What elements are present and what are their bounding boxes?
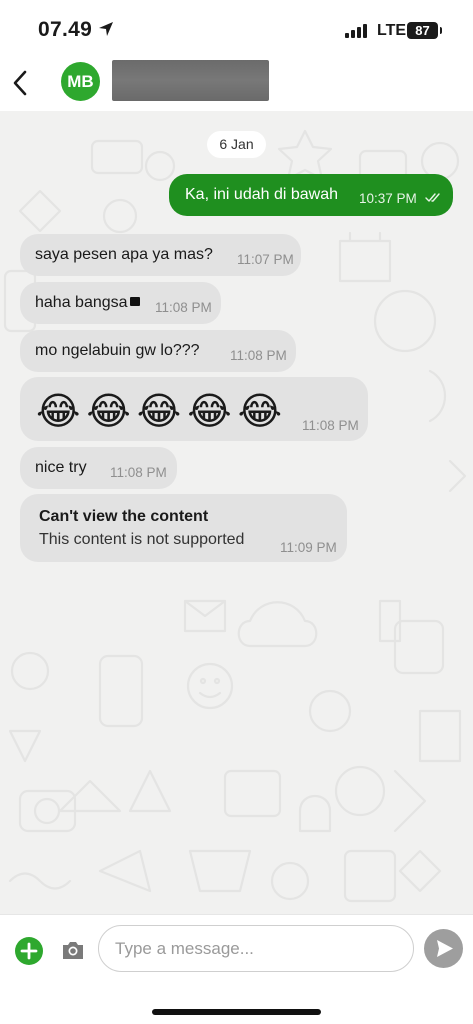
- camera-button[interactable]: [60, 937, 86, 963]
- double-check-icon: [425, 193, 440, 202]
- message-time: 11:07 PM: [237, 252, 294, 267]
- battery-indicator: 87: [407, 22, 442, 39]
- date-chip: 6 Jan: [207, 131, 266, 158]
- avatar[interactable]: MB: [61, 62, 100, 101]
- message-bubble-incoming[interactable]: haha bangsa 11:08 PM: [20, 282, 221, 324]
- message-time: 10:37 PM: [359, 191, 417, 206]
- message-time: 11:09 PM: [280, 540, 337, 555]
- message-input[interactable]: [98, 925, 414, 972]
- back-button[interactable]: [8, 66, 34, 100]
- message-text: haha bangsa: [35, 294, 128, 311]
- message-bubble-incoming[interactable]: 😂😂😂😂😂 11:08 PM: [20, 377, 368, 441]
- battery-level: 87: [415, 23, 430, 38]
- contact-name-redacted[interactable]: [112, 60, 269, 101]
- message-bubble-incoming[interactable]: mo ngelabuin gw lo??? 11:08 PM: [20, 330, 296, 372]
- unsupported-content-title: Can't view the content: [39, 508, 209, 525]
- emoji-message: 😂😂😂😂😂: [36, 391, 289, 433]
- chat-header: MB: [0, 56, 473, 111]
- message-input-bar: [0, 914, 473, 1024]
- message-time: 11:08 PM: [110, 465, 167, 480]
- message-time: 11:08 PM: [302, 418, 359, 433]
- message-bubble-incoming[interactable]: nice try 11:08 PM: [20, 447, 177, 489]
- send-button[interactable]: [424, 929, 463, 968]
- message-text: saya pesen apa ya mas?: [35, 246, 213, 263]
- message-bubble-outgoing[interactable]: Ka, ini udah di bawah 10:37 PM: [169, 174, 453, 216]
- status-bar: 07.49 LTE 87: [0, 0, 473, 56]
- network-type: LTE: [377, 22, 407, 39]
- chevron-left-icon: [13, 70, 27, 96]
- add-attachment-button[interactable]: [15, 937, 43, 965]
- cellular-signal-icon: [345, 24, 367, 38]
- date-chip-label: 6 Jan: [219, 136, 254, 152]
- message-text: Ka, ini udah di bawah: [185, 186, 338, 203]
- location-arrow-icon: [99, 22, 113, 36]
- redaction-mark: [130, 297, 140, 306]
- unsupported-content-text: This content is not supported: [39, 531, 245, 548]
- chat-area[interactable]: 6 Jan Ka, ini udah di bawah 10:37 PM say…: [0, 111, 473, 914]
- message-text: nice try: [35, 459, 87, 476]
- avatar-initials: MB: [67, 72, 94, 91]
- message-time: 11:08 PM: [155, 300, 212, 315]
- status-time: 07.49: [38, 18, 93, 41]
- message-text: mo ngelabuin gw lo???: [35, 342, 200, 359]
- plus-icon: [20, 942, 38, 960]
- unsupported-content-bubble[interactable]: Can't view the content This content is n…: [20, 494, 347, 562]
- message-bubble-incoming[interactable]: saya pesen apa ya mas? 11:07 PM: [20, 234, 301, 276]
- send-icon: [437, 940, 453, 957]
- message-time: 11:08 PM: [230, 348, 287, 363]
- camera-icon: [63, 942, 83, 959]
- home-indicator: [152, 1009, 321, 1015]
